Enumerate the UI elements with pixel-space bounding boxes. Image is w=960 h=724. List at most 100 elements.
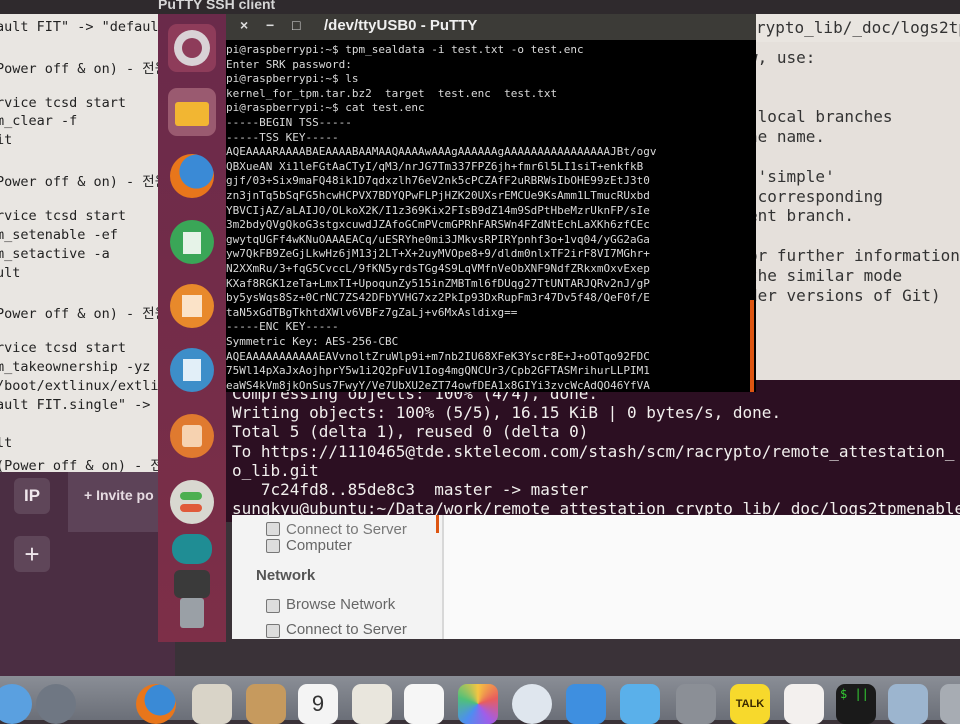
notes-icon[interactable] (352, 684, 392, 724)
putty-line: Symmetric Key: AES-256-CBC (226, 335, 399, 348)
putty-line: by5ysWqs8Sz+0CrNC7ZS42DFbYVHG7xz2PkIp93D… (226, 291, 650, 305)
add-workspace-button[interactable]: + (14, 536, 50, 572)
trash-dock-icon[interactable] (940, 684, 960, 724)
left-terminal-line: rvice tcsd start (0, 207, 127, 224)
right-terminal-line: he name. (748, 127, 826, 147)
maximize-button[interactable]: □ (292, 17, 300, 33)
putty-titlebar[interactable]: × − □ /dev/ttyUSB0 - PuTTY (226, 14, 756, 40)
trash-icon[interactable] (168, 594, 216, 642)
putty-line: AQEAAAARAAAABAEAAAABAAMAAQAAAAwAAAgAAAAA… (226, 145, 657, 159)
left-terminal-line: m_takeownership -yz (0, 359, 151, 376)
putty-line: 75Wl14pXaJxAojhprY5w1i2Q2pFuV1Iog4mgQNCU… (226, 364, 650, 378)
putty-line: -----TSS KEY----- (226, 130, 339, 144)
left-terminal-line: m_setenable -ef (0, 226, 118, 243)
mail-icon[interactable] (192, 684, 232, 724)
system-top-bar (0, 0, 960, 14)
ubuntu-git-terminal[interactable]: Compressing objects: 100% (4/4), done. Wr… (226, 380, 960, 522)
left-terminal-line: ault FIT" -> "default (0, 18, 167, 35)
libreoffice-impress-icon[interactable] (168, 282, 216, 330)
server-icon (266, 522, 280, 536)
right-terminal-line: corresponding (748, 186, 883, 206)
contacts-icon[interactable] (246, 684, 286, 724)
putty-line: -----ENC KEY----- (226, 320, 339, 334)
computer-icon (266, 539, 280, 553)
right-terminal-line: ent branch. (748, 206, 854, 226)
putty-line: N2XXmRu/3+fqG5CvccL/9fKN5yrdsTGg4S9LqVMf… (226, 262, 650, 275)
top-window-title: PuTTY SSH client (158, 0, 276, 12)
app-store-icon[interactable] (566, 684, 606, 724)
putty-line: Enter SRK password: (226, 57, 352, 71)
reminders-icon[interactable] (404, 684, 444, 724)
left-terminal-line: Power off & on) - 전원 (0, 306, 168, 323)
right-terminal-line: the similar mode (748, 265, 903, 285)
calendar-icon[interactable]: 9 (298, 684, 338, 724)
ubuntu-terminal-line: Writing objects: 100% (5/5), 16.15 KiB |… (232, 403, 782, 423)
right-terminal-path-bar: rypto_lib/_doc/logs2tpmene (740, 14, 960, 42)
file-manager-window: Connect to Server Computer Network Brows… (232, 515, 960, 639)
terminal-dock-icon[interactable]: $ || (836, 684, 876, 724)
ubuntu-terminal-line: 7c24fd8..85de8c3 master -> master (232, 480, 589, 499)
left-terminal-line: /boot/extlinux/extli (0, 378, 159, 394)
putty-scrollbar[interactable] (750, 300, 754, 392)
file-manager-content[interactable] (444, 515, 960, 639)
left-terminal-line: (Power off & on) - 전원 (0, 457, 175, 472)
sidebar-computer[interactable]: Computer (286, 537, 352, 554)
left-terminal-line: Power off & on) - 전원 (0, 60, 168, 77)
right-terminal-line: 'simple' (748, 166, 835, 186)
minimize-button[interactable]: − (266, 17, 274, 33)
putty-window-title: /dev/ttyUSB0 - PuTTY (324, 17, 478, 34)
ubuntu-terminal-line: To https://1110465@tde.sktelecom.com/sta… (232, 441, 955, 461)
right-terminal-line: w, use: (748, 48, 816, 67)
sidebar-connect-to-server-top[interactable]: Connect to Server (286, 521, 407, 538)
firefox-icon[interactable] (168, 152, 216, 200)
close-button[interactable]: × (240, 17, 248, 33)
putty-terminal[interactable]: pi@raspberrypi:~$ tpm_sealdata -i test.t… (226, 40, 756, 392)
right-background-terminal: w, use: local branches he name. 'simple' … (748, 14, 960, 392)
system-preferences-icon[interactable] (676, 684, 716, 724)
kakaotalk-icon[interactable]: TALK (730, 684, 770, 724)
messages-icon[interactable] (512, 684, 552, 724)
left-terminal-line: ult (0, 264, 21, 281)
app-store-alt-icon[interactable] (620, 684, 660, 724)
putty-line: yw7QkFB9ZeGjLkwHz6jM13j2LT+X+2uyMVOpe8+9… (226, 247, 650, 261)
left-terminal-line: rvice tcsd start (0, 340, 127, 357)
right-terminal-line: or further information (748, 246, 960, 265)
left-terminal-line: lt (0, 434, 13, 451)
right-terminal-line: der versions of Git) (748, 285, 941, 305)
left-terminal-line: ault FIT.single" -> " (0, 396, 167, 413)
workspace-ip-badge[interactable]: IP (14, 478, 50, 514)
server-icon (266, 624, 280, 638)
system-settings-icon[interactable] (168, 478, 216, 526)
libreoffice-calc-icon[interactable] (168, 218, 216, 266)
left-terminal-line: Power off & on) - 전원 (0, 174, 168, 191)
right-terminal-path: rypto_lib/_doc/logs2tpmene (756, 18, 960, 37)
left-terminal-line: it (0, 132, 13, 149)
file-manager-accent-mark (436, 515, 439, 533)
ubuntu-terminal-line: o_lib.git (232, 460, 319, 480)
files-icon[interactable] (168, 88, 216, 136)
network-icon (266, 599, 280, 613)
left-background-terminal: /boot/extlinux/extli ault FIT" -> "defaul… (0, 0, 175, 472)
putty-line: gjf/03+Six9maFQ48ik1D7qdxzlh76eV2nk5cPCZ… (226, 174, 650, 188)
putty-line: pi@raspberrypi:~$ tpm_sealdata -i test.t… (226, 43, 584, 56)
firefox-dock-icon[interactable] (136, 684, 176, 724)
ubuntu-software-center-icon[interactable] (168, 412, 216, 460)
left-terminal-line: m_setactive -a (0, 245, 110, 262)
putty-line: KXaf8RGK1zeTa+LmxTI+UpoqunZy515inZMBTml6… (226, 276, 650, 290)
putty-line: pi@raspberrypi:~$ ls (226, 72, 359, 86)
libreoffice-writer-icon[interactable] (168, 346, 216, 394)
putty-line: zn3jnTq5bSqFG5hcwHCPVX7BDYQPwFLPjHZK20UX… (226, 189, 650, 202)
slack-icon[interactable] (784, 684, 824, 724)
putty-line: taN5xGdTBgTkhtdXWlv6VBFz7gZaLj+v6MxAsldi… (226, 305, 518, 319)
launchpad-icon[interactable] (36, 684, 76, 724)
photos-icon[interactable] (458, 684, 498, 724)
preview-icon[interactable] (888, 684, 928, 724)
sidebar-connect-to-server[interactable]: Connect to Server (286, 621, 407, 638)
putty-line: AQEAAAAAAAAAAAEAVvnoltZruWlp9i+m7nb2IU68… (226, 349, 650, 363)
left-terminal-line: m_clear -f (0, 113, 78, 130)
putty-line: kernel_for_tpm.tar.bz2 target test.enc t… (226, 86, 558, 100)
invite-people-link[interactable]: + Invite po (84, 487, 154, 503)
sidebar-browse-network[interactable]: Browse Network (286, 596, 395, 613)
ubuntu-dash-icon[interactable] (168, 24, 216, 72)
right-terminal-line: local branches (748, 107, 893, 127)
